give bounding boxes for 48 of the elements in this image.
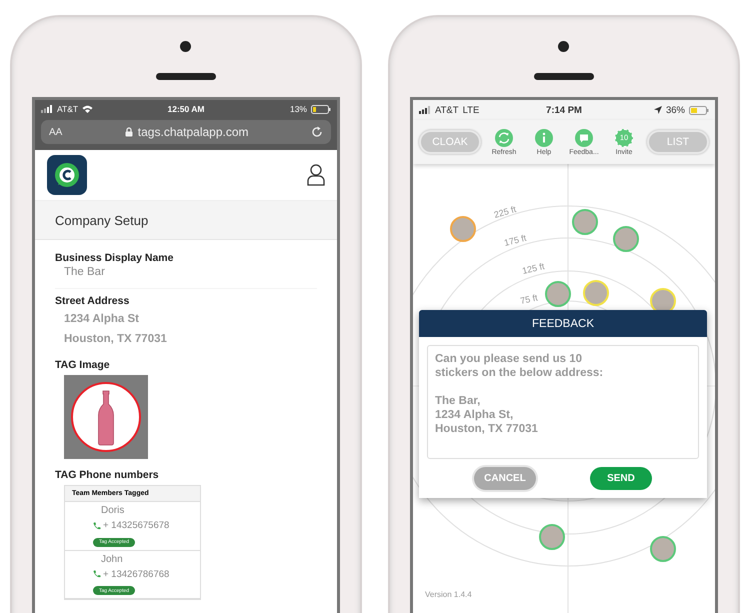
field-value: The Bar <box>64 266 106 278</box>
signal-icon <box>419 106 431 114</box>
camera-icon <box>180 41 191 52</box>
speaker-icon <box>156 73 216 80</box>
distance-label: 175 ft <box>503 232 528 248</box>
clock-text: 7:14 PM <box>546 104 582 116</box>
field-value: Houston, TX 77031 <box>64 333 168 345</box>
refresh-icon <box>495 128 513 146</box>
field-label: Business Display Name <box>55 252 174 264</box>
carrier-text: AT&T <box>57 104 78 114</box>
battery-icon <box>310 104 331 114</box>
dialog-title: FEEDBACK <box>419 310 707 337</box>
app-logo-icon <box>47 155 87 195</box>
phone-number: + 13426786768 <box>103 568 170 580</box>
battery-icon <box>689 106 709 114</box>
camera-icon <box>558 41 569 52</box>
field-label: TAG Image <box>55 359 110 371</box>
chat-icon <box>575 128 593 146</box>
user-icon[interactable] <box>307 164 325 186</box>
phone-icon <box>93 570 101 578</box>
carrier-text: AT&T <box>435 104 459 116</box>
reload-icon[interactable] <box>311 126 323 138</box>
address-bar[interactable]: AA tags.chatpalapp.com <box>41 120 331 144</box>
distance-label: 225 ft <box>492 204 518 220</box>
speaker-icon <box>534 73 594 80</box>
field-label: TAG Phone numbers <box>55 469 159 481</box>
phone-number: + 14325675678 <box>103 520 170 531</box>
message-field[interactable]: Can you please send us 10 stickers on the below address: The Bar, 1234 Alpha St, Houston, TX 77031 <box>427 345 699 459</box>
field-label: Street Address <box>55 295 130 307</box>
member-name: Doris <box>101 505 126 516</box>
clock-text: 12:50 AM <box>167 104 204 114</box>
network-text: LTE <box>462 104 480 116</box>
cancel-button[interactable]: CANCEL <box>474 467 536 490</box>
version-text: Version 1.4.4 <box>425 590 472 599</box>
section-header: Company Setup <box>35 200 337 240</box>
distance-label: 125 ft <box>521 261 546 276</box>
field-value: 1234 Alpha St <box>64 313 140 325</box>
send-button[interactable]: SEND <box>590 467 652 490</box>
phone-icon <box>93 522 101 530</box>
wifi-icon <box>82 105 94 113</box>
battery-percent: 13% <box>290 104 307 114</box>
location-arrow-icon <box>654 106 662 114</box>
battery-percent: 36% <box>666 104 685 116</box>
signal-icon <box>41 105 53 113</box>
info-icon <box>535 128 553 146</box>
distance-label: 75 ft <box>519 292 539 306</box>
lock-icon <box>124 127 133 137</box>
member-name: John <box>101 554 124 564</box>
